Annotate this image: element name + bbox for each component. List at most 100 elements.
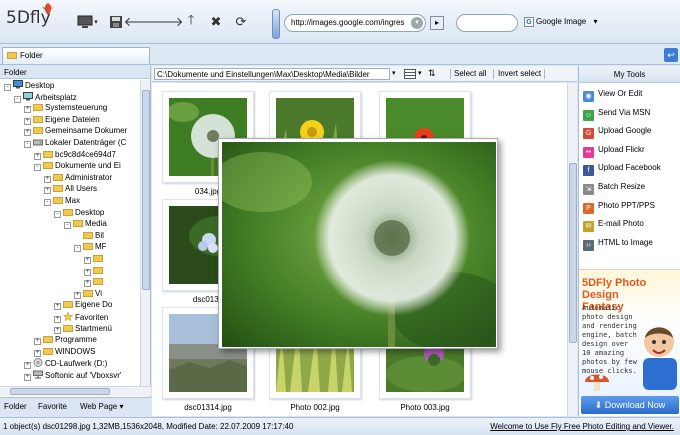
tree-item[interactable]: + [84, 266, 105, 276]
expand-icon[interactable]: + [84, 280, 91, 288]
download-now-button[interactable]: ⬇ Download Now [581, 396, 679, 414]
tree-item[interactable]: - Lokaler Datenträger (C [24, 138, 126, 148]
thumbnail-vscrollbar[interactable] [567, 83, 577, 416]
webpage-dropdown-icon[interactable]: ▾ [119, 402, 123, 411]
tree-item-label: Bil [95, 230, 104, 240]
tree-item[interactable]: - Arbeitsplatz [14, 91, 77, 103]
expand-icon[interactable]: + [24, 117, 31, 125]
up-arrow-icon[interactable]: 🡑 [182, 12, 200, 31]
expand-icon[interactable]: + [34, 349, 41, 357]
promo-banner[interactable]: 5DFly Photo Design Fantasy Automatic pho… [579, 269, 680, 399]
tree-item[interactable]: + bc9c8d4ce694d7 [34, 150, 116, 160]
status-welcome-link[interactable]: Welcome to Use Fly Free Photo Editing an… [490, 418, 674, 435]
collapse-icon[interactable]: - [24, 141, 31, 148]
back-arrow-icon[interactable]: 🡐 [124, 13, 159, 31]
image-preview-popup[interactable] [218, 138, 498, 349]
tool-upload-google[interactable]: G Upload Google [583, 124, 677, 140]
tree-item[interactable]: + Eigene Do [54, 300, 112, 311]
folder-tree-hscrollbar[interactable] [0, 386, 151, 396]
tool-html-to-image[interactable]: ‹› HTML to Image [583, 236, 677, 251]
collapse-icon[interactable]: - [74, 245, 81, 253]
collapse-icon[interactable]: - [14, 95, 21, 103]
go-button[interactable]: ▸ [430, 16, 444, 30]
folder-tree[interactable]: - Desktop - Arbeitsplatz + Systemsteuerung + Ei… [0, 80, 140, 386]
tree-item[interactable]: + Eigene Dateien [24, 115, 100, 125]
collapse-icon[interactable]: - [54, 210, 61, 218]
monitor-dropdown-icon[interactable]: ▾ [92, 13, 100, 31]
expand-icon[interactable]: + [84, 268, 91, 276]
expand-icon[interactable]: + [84, 257, 91, 264]
url-input[interactable]: http://images.google.com/ingres ▾ [284, 14, 426, 32]
tree-item[interactable]: + Programme [34, 335, 97, 346]
expand-icon[interactable]: + [24, 129, 31, 137]
save-icon[interactable] [107, 13, 125, 31]
thumbnail-vscroll-thumb[interactable] [569, 163, 577, 343]
search-input[interactable] [456, 14, 518, 32]
forward-arrow-icon[interactable]: 🡒 [149, 13, 184, 31]
search-engine-dropdown-icon[interactable]: ▾ [594, 17, 598, 26]
tree-item[interactable]: - MF [74, 242, 107, 253]
tool-view-or-edit[interactable]: ◉ View Or Edit [583, 87, 677, 102]
tree-item[interactable]: + Startmenü [54, 324, 112, 334]
expand-icon[interactable]: + [54, 326, 61, 334]
tab-left-favorite[interactable]: Favorite [38, 401, 67, 413]
expand-icon[interactable]: + [24, 374, 31, 381]
select-all-button[interactable]: Select all [454, 69, 486, 78]
tab-left-webpage[interactable]: Web Page ▾ [80, 401, 123, 413]
tree-item[interactable]: + [84, 254, 105, 264]
folder-tree-vscroll-thumb[interactable] [142, 90, 150, 290]
expand-icon[interactable]: + [24, 362, 31, 370]
expand-icon[interactable]: + [34, 338, 41, 346]
sort-icon[interactable]: ⇅ [428, 68, 436, 79]
tree-item[interactable]: + [84, 277, 105, 288]
tree-item[interactable]: + WINDOWS [34, 347, 95, 357]
expand-icon[interactable]: + [54, 316, 61, 323]
tool-e-mail-photo[interactable]: ✉ E-mail Photo [583, 217, 677, 233]
tool-upload-flickr[interactable]: •• Upload Flickr [583, 143, 677, 158]
expand-icon[interactable]: + [34, 152, 41, 160]
tree-item[interactable]: + Administrator [44, 173, 112, 183]
tab-folder[interactable]: Folder [2, 47, 150, 64]
folder-tree-hscroll-thumb[interactable] [10, 388, 110, 395]
url-dropdown-icon[interactable]: ▾ [411, 17, 423, 29]
tree-item[interactable]: - Desktop [54, 208, 104, 218]
tree-item[interactable]: + Softonic auf 'Vboxsvr' [24, 370, 121, 381]
invert-select-button[interactable]: Invert select [498, 69, 541, 78]
tree-item[interactable]: + Vi [74, 289, 102, 299]
toggle-panel-icon[interactable]: ↩ [664, 48, 678, 62]
tree-item[interactable]: + Gemeinsame Dokumer [24, 126, 127, 137]
tree-item[interactable]: + Systemsteuerung [24, 103, 107, 114]
tool-upload-facebook[interactable]: f Upload Facebook [583, 161, 677, 177]
tree-item[interactable]: - Desktop [4, 80, 54, 91]
collapse-icon[interactable]: - [64, 222, 71, 230]
toolbar-slider[interactable] [272, 9, 280, 39]
collapse-icon[interactable]: - [34, 164, 41, 172]
expand-icon[interactable]: + [74, 291, 81, 299]
search-engine-selector[interactable]: G Google Image ▾ [524, 17, 598, 27]
tab-left-folder[interactable]: Folder [4, 401, 27, 413]
tree-item[interactable]: + All Users [44, 184, 97, 195]
view-mode-icon[interactable] [404, 69, 416, 79]
expand-icon[interactable]: + [44, 175, 51, 183]
delete-icon[interactable]: ✖ [207, 13, 225, 31]
tool-send-via-msn[interactable]: ☺ Send Via MSN [583, 106, 677, 121]
google-icon: G [583, 128, 594, 140]
folder-tree-vscrollbar[interactable] [140, 80, 150, 386]
path-input[interactable]: C:\Dokumente und Einstellungen\Max\Deskt… [154, 68, 390, 80]
tool-photo-ppt-pps[interactable]: P Photo PPT/PPS [583, 199, 677, 214]
collapse-icon[interactable]: - [4, 84, 11, 91]
tree-item[interactable]: Bil [74, 231, 104, 241]
tree-item[interactable]: - Dokumente und Ei [34, 161, 121, 172]
expand-icon[interactable]: + [24, 106, 31, 114]
refresh-icon[interactable]: ⟳ [232, 13, 250, 31]
expand-icon[interactable]: + [44, 187, 51, 195]
collapse-icon[interactable]: - [44, 199, 51, 206]
view-mode-dropdown-icon[interactable]: ▾ [418, 69, 422, 77]
tree-item[interactable]: + CD-Laufwerk (D:) [24, 358, 107, 370]
tree-item[interactable]: + Favoriten [54, 311, 108, 323]
path-dropdown-icon[interactable]: ▾ [392, 69, 396, 77]
tree-item[interactable]: - Max [44, 196, 80, 206]
expand-icon[interactable]: + [54, 303, 61, 311]
tree-item[interactable]: - Media [64, 219, 107, 230]
tool-batch-resize[interactable]: ⇲ Batch Resize [583, 180, 677, 195]
